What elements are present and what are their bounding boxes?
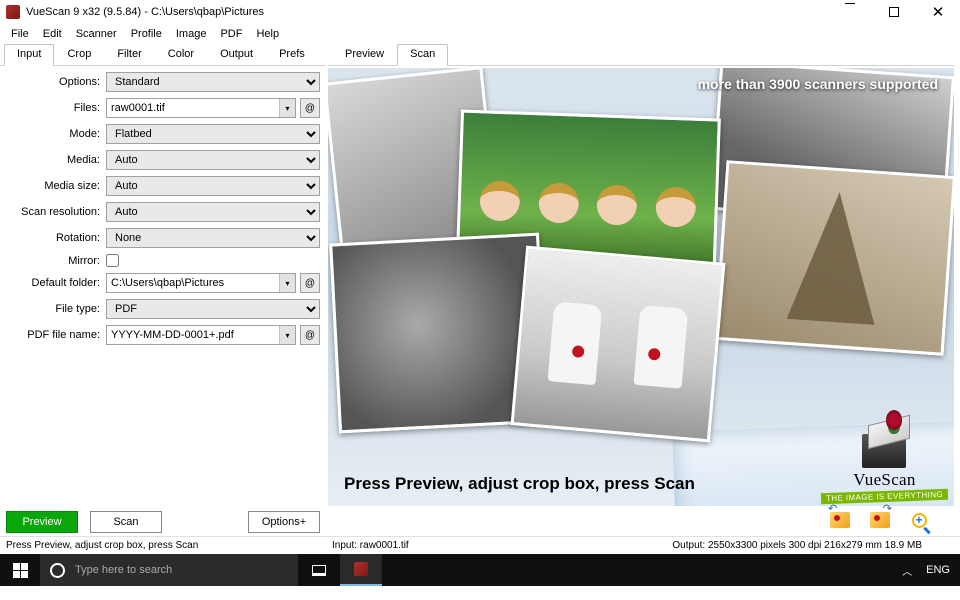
window-title: VueScan 9 x32 (9.5.84) - C:\Users\qbap\P… [26, 6, 828, 18]
preview-toolbar: ↶ ↷ + [328, 506, 954, 536]
mirror-label: Mirror: [6, 255, 102, 267]
windows-icon [13, 563, 28, 578]
task-view-button[interactable] [298, 554, 340, 586]
tab-input[interactable]: Input [4, 44, 54, 66]
pdf-file-name-label: PDF file name: [6, 329, 102, 341]
tab-output[interactable]: Output [207, 44, 266, 65]
media-size-label: Media size: [6, 180, 102, 192]
left-tabs: Input Crop Filter Color Output Prefs [0, 44, 326, 66]
banner-text: more than 3900 scanners supported [698, 76, 938, 92]
menu-profile[interactable]: Profile [124, 26, 169, 42]
scan-resolution-label: Scan resolution: [6, 206, 102, 218]
taskview-icon [312, 565, 326, 576]
menu-help[interactable]: Help [249, 26, 286, 42]
system-tray: ︿ ENG [892, 563, 960, 578]
right-tabs: Preview Scan [328, 44, 954, 66]
close-button[interactable]: ✕ [916, 0, 960, 24]
mirror-checkbox[interactable] [106, 254, 119, 267]
window-controls: ✕ [828, 0, 960, 24]
preview-area: more than 3900 scanners supported Press … [328, 68, 954, 506]
zoom-in-button[interactable]: + [908, 509, 930, 531]
chevron-down-icon[interactable]: ▾ [279, 274, 295, 292]
status-center: Input: raw0001.tif [332, 540, 672, 551]
files-browse-button[interactable]: @ [300, 98, 320, 118]
bottom-buttons: Preview Scan Options+ [0, 510, 326, 536]
menubar: File Edit Scanner Profile Image PDF Help [0, 24, 960, 44]
input-form: Options: Standard Files: ▾ @ Mode: Flatb… [0, 66, 326, 345]
right-panel: Preview Scan more than 3900 scanners sup… [326, 44, 960, 536]
tab-crop[interactable]: Crop [54, 44, 104, 65]
vuescan-icon [354, 562, 368, 576]
media-select[interactable]: Auto [106, 150, 320, 170]
default-folder-label: Default folder: [6, 277, 102, 289]
menu-file[interactable]: File [4, 26, 36, 42]
mode-select[interactable]: Flatbed [106, 124, 320, 144]
menu-edit[interactable]: Edit [36, 26, 69, 42]
file-type-label: File type: [6, 303, 102, 315]
files-combo[interactable]: ▾ [106, 98, 296, 118]
media-size-select[interactable]: Auto [106, 176, 320, 196]
menu-scanner[interactable]: Scanner [69, 26, 124, 42]
default-folder-combo[interactable]: ▾ [106, 273, 296, 293]
status-left: Press Preview, adjust crop box, press Sc… [6, 540, 332, 551]
preview-button[interactable]: Preview [6, 511, 78, 533]
pdf-file-name-combo[interactable]: ▾ [106, 325, 296, 345]
start-button[interactable] [0, 563, 40, 578]
status-right: Output: 2550x3300 pixels 300 dpi 216x279… [672, 540, 954, 551]
scanner-icon [862, 434, 906, 468]
media-label: Media: [6, 154, 102, 166]
statusbar: Press Preview, adjust crop box, press Sc… [0, 536, 960, 554]
file-type-select[interactable]: PDF [106, 299, 320, 319]
app-icon [6, 5, 20, 19]
minimize-button[interactable] [828, 0, 872, 24]
chevron-down-icon[interactable]: ▾ [279, 99, 295, 117]
options-label: Options: [6, 76, 102, 88]
tab-preview[interactable]: Preview [332, 44, 397, 65]
menu-pdf[interactable]: PDF [213, 26, 249, 42]
tray-overflow-icon[interactable]: ︿ [902, 563, 912, 578]
rotation-select[interactable]: None [106, 228, 320, 248]
files-input[interactable] [107, 99, 279, 117]
default-folder-input[interactable] [107, 274, 279, 292]
options-button[interactable]: Options+ [248, 511, 320, 533]
sample-photo [511, 246, 726, 443]
search-icon [50, 563, 65, 578]
default-folder-browse-button[interactable]: @ [300, 273, 320, 293]
taskbar-app-vuescan[interactable] [340, 554, 382, 586]
tray-lang[interactable]: ENG [926, 564, 950, 576]
tab-filter[interactable]: Filter [104, 44, 154, 65]
pdf-file-name-input[interactable] [107, 326, 279, 344]
hint-text: Press Preview, adjust crop box, press Sc… [344, 474, 695, 494]
tab-color[interactable]: Color [155, 44, 207, 65]
search-placeholder: Type here to search [75, 564, 172, 576]
brand-name: VueScan [853, 470, 915, 490]
chevron-down-icon[interactable]: ▾ [279, 326, 295, 344]
titlebar: VueScan 9 x32 (9.5.84) - C:\Users\qbap\P… [0, 0, 960, 24]
brand-logo: VueScan THE IMAGE IS EVERYTHING [821, 434, 948, 502]
taskbar: Type here to search ︿ ENG [0, 554, 960, 586]
rotation-label: Rotation: [6, 232, 102, 244]
maximize-button[interactable] [872, 0, 916, 24]
files-label: Files: [6, 102, 102, 114]
tab-scan[interactable]: Scan [397, 44, 448, 66]
pdf-file-name-browse-button[interactable]: @ [300, 325, 320, 345]
sample-photo [714, 160, 954, 356]
tab-prefs[interactable]: Prefs [266, 44, 318, 65]
scan-button[interactable]: Scan [90, 511, 162, 533]
rotate-left-button[interactable]: ↶ [828, 509, 852, 531]
left-panel: Input Crop Filter Color Output Prefs Opt… [0, 44, 326, 536]
rotate-right-button[interactable]: ↷ [868, 509, 892, 531]
options-select[interactable]: Standard [106, 72, 320, 92]
mode-label: Mode: [6, 128, 102, 140]
scan-resolution-select[interactable]: Auto [106, 202, 320, 222]
menu-image[interactable]: Image [169, 26, 214, 42]
taskbar-search[interactable]: Type here to search [40, 554, 298, 586]
